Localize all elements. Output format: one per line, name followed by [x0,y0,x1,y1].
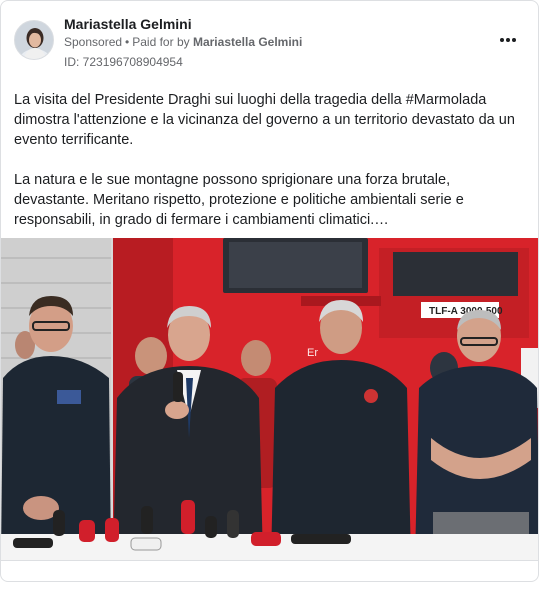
photo-illustration: TLF-A 3000-500 Er [1,238,538,560]
sponsored-line: Sponsored • Paid for by Mariastella Gelmin… [64,35,302,49]
post-header: Mariastella Gelmini Sponsored • Paid for b… [1,1,538,77]
author-avatar[interactable] [14,20,54,60]
more-options-button[interactable] [494,29,522,51]
post-text: La visita del Presidente Draghi sui luog… [14,90,529,230]
ad-card: Mariastella Gelmini Sponsored • Paid for b… [0,0,539,582]
divider [1,560,538,561]
truck-partial-text: Er [307,347,318,359]
sponsored-label: Sponsored [64,35,123,49]
ad-id: ID: 723196708904954 [64,55,183,69]
more-horizontal-icon [499,38,517,42]
paid-for-name[interactable]: Mariastella Gelmini [193,35,302,49]
meta-separator: • [125,35,130,49]
post-paragraph-1: La visita del Presidente Draghi sui luog… [14,92,515,148]
post-paragraph-2[interactable]: La natura e le sue montagne possono spri… [14,170,529,230]
paid-for-prefix: Paid for by [132,35,190,49]
avatar-image [15,21,53,59]
author-name[interactable]: Mariastella Gelmini [64,16,192,32]
post-photo[interactable]: TLF-A 3000-500 Er [1,238,538,560]
